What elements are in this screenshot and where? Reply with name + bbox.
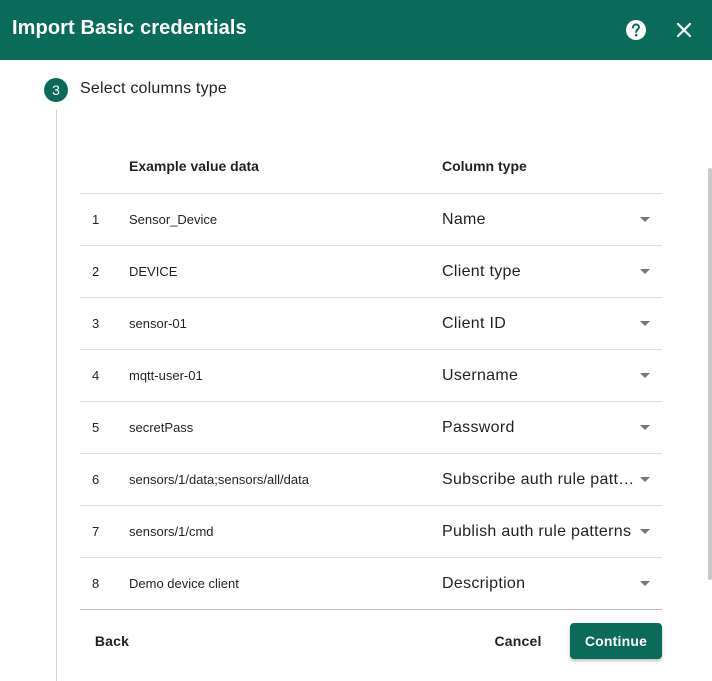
table-row: 4 mqtt-user-01 Username	[80, 350, 662, 402]
dropdown-arrow-icon	[640, 529, 650, 534]
column-type-value: Publish auth rule patterns	[442, 523, 632, 540]
column-type-value: Password	[442, 419, 515, 436]
column-type-value: Description	[442, 575, 526, 592]
dialog-header: Import Basic credentials	[0, 0, 712, 60]
column-type-select[interactable]: Publish auth rule patterns	[442, 516, 654, 548]
column-type-select[interactable]: Client ID	[442, 308, 654, 340]
help-icon[interactable]	[622, 16, 650, 44]
continue-button[interactable]: Continue	[570, 623, 662, 659]
row-index: 3	[92, 316, 100, 331]
cancel-button[interactable]: Cancel	[484, 623, 552, 659]
column-type-value: Username	[442, 367, 519, 384]
example-value: secretPass	[129, 420, 194, 435]
dropdown-arrow-icon	[640, 321, 650, 326]
table-row: 2 DEVICE Client type	[80, 246, 662, 298]
step-number-badge: 3	[44, 78, 68, 102]
header-column-type: Column type	[442, 158, 527, 174]
step-title: Select columns type	[80, 80, 227, 97]
table-row: 7 sensors/1/cmd Publish auth rule patter…	[80, 506, 662, 558]
row-index: 7	[92, 524, 100, 539]
row-index: 8	[92, 576, 100, 591]
row-index: 6	[92, 472, 100, 487]
row-index: 4	[92, 368, 100, 383]
dialog-title: Import Basic credentials	[12, 17, 247, 39]
column-type-select[interactable]: Client type	[442, 256, 654, 288]
vertical-scrollbar[interactable]	[708, 168, 712, 580]
column-type-value: Subscribe auth rule patterns	[442, 471, 636, 488]
example-value: sensor-01	[129, 316, 187, 331]
back-button[interactable]: Back	[80, 623, 144, 659]
column-type-select[interactable]: Username	[442, 360, 654, 392]
table-row: 1 Sensor_Device Name	[80, 194, 662, 246]
table-row: 5 secretPass Password	[80, 402, 662, 454]
column-type-value: Name	[442, 211, 486, 228]
table-row: 6 sensors/1/data;sensors/all/data Subscr…	[80, 454, 662, 506]
example-value: Sensor_Device	[129, 212, 218, 227]
example-value: mqtt-user-01	[129, 368, 203, 383]
dropdown-arrow-icon	[640, 581, 650, 586]
table-header: Example value data Column type	[80, 138, 662, 194]
example-value: Demo device client	[129, 576, 239, 591]
table-row: 8 Demo device client Description	[80, 558, 662, 610]
dropdown-arrow-icon	[640, 425, 650, 430]
dropdown-arrow-icon	[640, 477, 650, 482]
column-type-select[interactable]: Subscribe auth rule patterns	[442, 464, 654, 496]
columns-type-table: Example value data Column type 1 Sensor_…	[80, 138, 662, 610]
row-index: 1	[92, 212, 100, 227]
table-row: 3 sensor-01 Client ID	[80, 298, 662, 350]
example-value: sensors/1/cmd	[129, 524, 214, 539]
stepper-line	[56, 110, 57, 681]
dropdown-arrow-icon	[640, 269, 650, 274]
row-index: 5	[92, 420, 100, 435]
close-icon[interactable]	[670, 16, 698, 44]
example-value: sensors/1/data;sensors/all/data	[129, 472, 309, 487]
dropdown-arrow-icon	[640, 217, 650, 222]
header-example-value: Example value data	[129, 158, 259, 174]
dropdown-arrow-icon	[640, 373, 650, 378]
column-type-select[interactable]: Password	[442, 412, 654, 444]
column-type-select[interactable]: Name	[442, 204, 654, 236]
example-value: DEVICE	[129, 264, 178, 279]
column-type-value: Client type	[442, 263, 521, 280]
column-type-select[interactable]: Description	[442, 568, 654, 600]
row-index: 2	[92, 264, 100, 279]
column-type-value: Client ID	[442, 315, 507, 332]
